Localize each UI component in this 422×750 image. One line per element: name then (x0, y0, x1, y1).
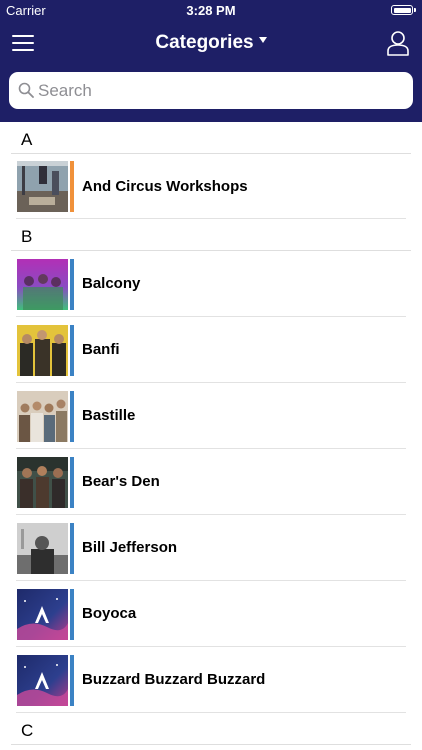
banfi-thumbnail (17, 325, 68, 376)
search-bar (9, 72, 413, 109)
status-bar: Carrier 3:28 PM (0, 0, 422, 22)
user-profile-icon[interactable] (386, 30, 410, 56)
list-item-bill-jefferson[interactable]: Bill Jefferson (0, 515, 422, 581)
navigation-bar: Categories (0, 22, 422, 66)
section-header-c: C (0, 713, 422, 745)
section-letter: C (21, 721, 34, 740)
bill-jefferson-thumbnail (17, 523, 68, 574)
section-letter: B (21, 227, 33, 246)
balcony-thumbnail (17, 259, 68, 310)
status-time: 3:28 PM (186, 3, 236, 18)
list-item-label: Boyoca (82, 605, 137, 622)
list-item-label: Balcony (82, 275, 141, 292)
boyoca-thumbnail (17, 589, 68, 640)
section-header-b: B (0, 219, 422, 251)
list-item-label: Bear's Den (82, 473, 160, 490)
category-color-bar (70, 589, 74, 640)
category-color-bar (70, 325, 74, 376)
list-item-label: Bastille (82, 407, 136, 424)
category-color-bar (70, 523, 74, 574)
categories-dropdown[interactable]: Categories (0, 32, 422, 54)
category-color-bar (70, 259, 74, 310)
list-item-label: And Circus Workshops (82, 178, 248, 195)
search-input[interactable] (38, 72, 403, 109)
and-circus-workshops-thumbnail (17, 161, 68, 212)
list-item-label: Buzzard Buzzard Buzzard (82, 671, 266, 688)
list-item-label: Bill Jefferson (82, 539, 178, 556)
category-color-bar (70, 161, 74, 212)
bastille-thumbnail (17, 391, 68, 442)
list-item-boyoca[interactable]: Boyoca (0, 581, 422, 647)
list-item-and-circus-workshops[interactable]: And Circus Workshops (0, 154, 422, 219)
section-header-a: A (0, 122, 422, 154)
list-item-bastille[interactable]: Bastille (0, 383, 422, 449)
list-item-buzzard-buzzard-buzzard[interactable]: Buzzard Buzzard Buzzard (0, 647, 422, 713)
list-item-bears-den[interactable]: Bear's Den (0, 449, 422, 515)
category-list: A And Circus Workshops B Balcony Banfi B… (0, 122, 422, 745)
app-header: Carrier 3:28 PM Categories (0, 0, 422, 122)
buzzard-buzzard-buzzard-thumbnail (17, 655, 68, 706)
search-icon (18, 82, 34, 98)
list-item-banfi[interactable]: Banfi (0, 317, 422, 383)
bears-den-thumbnail (17, 457, 68, 508)
caret-down-icon (258, 36, 267, 43)
battery-icon (391, 5, 416, 15)
category-color-bar (70, 655, 74, 706)
list-item-balcony[interactable]: Balcony (0, 251, 422, 317)
page-title: Categories (155, 32, 254, 53)
category-color-bar (70, 457, 74, 508)
section-letter: A (21, 130, 33, 149)
list-item-label: Banfi (82, 341, 120, 358)
category-color-bar (70, 391, 74, 442)
